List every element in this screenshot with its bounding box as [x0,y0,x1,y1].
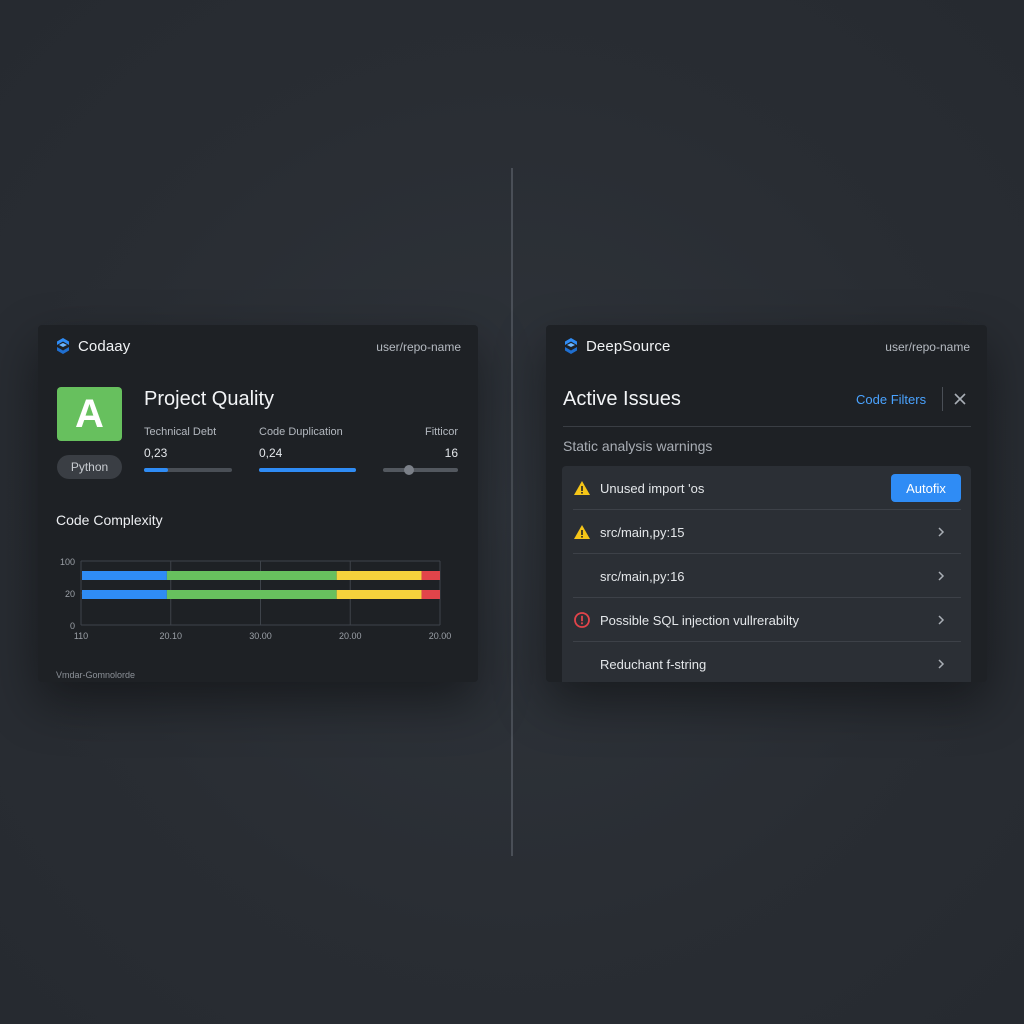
chart-x-tick-label: 20.00 [429,631,452,641]
warning-icon [574,481,590,495]
metric-factor: Fitticor 16 [383,426,458,475]
issue-text: Possible SQL injection vullrerabilty [600,612,799,628]
metric-progress-track [144,468,232,472]
chevron-right-icon[interactable] [934,569,948,583]
active-issues-card: DeepSource user/repo-name Active Issues … [546,325,987,682]
chart-bar-segment [82,590,167,599]
issue-text: src/main,py:15 [600,524,685,540]
metric-progress-fill [259,468,356,472]
chart-x-tick-label: 30.00 [249,631,272,641]
metric-value: 16 [444,446,458,460]
brand-name: DeepSource [586,337,671,355]
metric-label: Technical Debt [144,426,217,438]
repo-name[interactable]: user/repo-name [376,340,461,354]
metric-progress-fill [144,468,168,472]
code-complexity-title: Code Complexity [56,512,163,528]
chart-bar-segment [166,590,337,599]
issue-row[interactable]: Reduchant f-string [562,642,971,682]
issue-row[interactable]: Unused import 'os Autofix [562,466,971,510]
issue-row[interactable]: Possible SQL injection vullrerabilty [562,598,971,642]
chart-bar-segment [336,590,422,599]
page-title: Project Quality [144,388,275,410]
project-quality-card: Codaay user/repo-name A Python Project Q… [38,325,478,682]
metric-progress-track [259,468,356,472]
issue-text: src/main,py:16 [600,568,685,584]
close-icon[interactable] [950,389,970,409]
chevron-right-icon[interactable] [934,613,948,627]
chart-bar-segment [336,571,422,580]
error-icon [574,612,590,628]
metric-technical-debt: Technical Debt 0,23 [144,426,232,472]
issues-list: Unused import 'os Autofix src/main,py:15 sr… [562,466,971,682]
header-separator [942,387,943,411]
chart-bar-segment [166,571,337,580]
brand-name: Codaay [78,337,131,355]
quality-grade-badge: A [57,387,122,441]
chart-footnote: Vmdar-Gomnolorde [56,670,136,680]
chart-x-tick-label: 20.10 [159,631,182,641]
chart-x-tick-label: 20.00 [339,631,362,641]
chart-y-tick-label: 0 [70,621,75,631]
metric-label: Code Duplication [259,426,343,438]
metric-value: 0,23 [144,446,168,460]
issue-row[interactable]: src/main,py:15 [562,510,971,554]
issue-text: Unused import 'os [600,480,705,496]
chart-y-tick-label: 20 [65,589,75,599]
warning-icon [574,525,590,539]
chevron-right-icon[interactable] [934,657,948,671]
metric-code-duplication: Code Duplication 0,24 [259,426,356,472]
chart-y-tick-label: 100 [60,557,75,567]
brand-deepsource[interactable]: DeepSource [562,337,670,355]
hex-logo-icon [57,338,69,354]
header-divider [563,426,971,427]
metric-value: 0,24 [259,446,283,460]
brand-codaay[interactable]: Codaay [54,337,130,355]
chart-bar-segment [421,571,440,580]
chart-bar-segment [82,571,167,580]
repo-name[interactable]: user/repo-name [885,340,970,354]
metric-slider-track[interactable] [383,465,458,475]
metric-slider-knob[interactable] [404,465,415,475]
panel-divider [511,168,513,856]
chart-x-tick-label: 110 [74,631,88,641]
hex-logo-icon [565,338,577,354]
chart-bar-segment [421,590,440,599]
code-filters-link[interactable]: Code Filters [856,392,926,407]
code-complexity-chart: 100 20 0110 20.10 30.00 20.00 20.00 [60,557,452,641]
metric-label: Fitticor [425,426,458,438]
language-pill[interactable]: Python [57,455,122,479]
chevron-right-icon[interactable] [934,525,948,539]
page-title: Active Issues [563,388,681,410]
issue-row[interactable]: src/main,py:16 [562,554,971,598]
issue-text: Reduchant f-string [600,656,707,672]
issues-subheading: Static analysis warnings [563,438,713,454]
autofix-button[interactable]: Autofix [891,474,961,502]
